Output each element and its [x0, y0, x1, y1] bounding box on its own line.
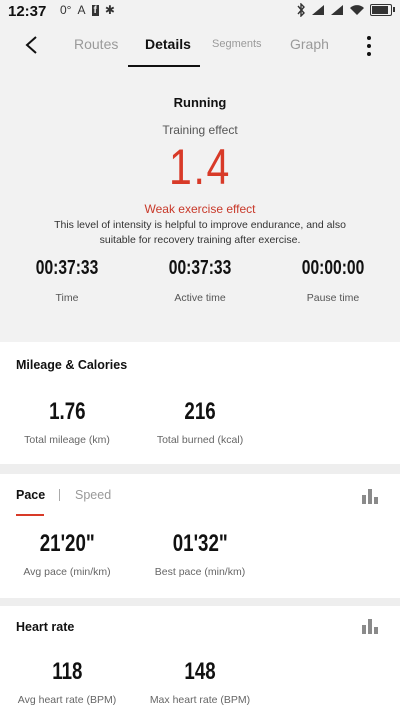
top-navigation: Routes Details Segments Graph: [0, 24, 400, 68]
stat-pause-time: 00:00:00 Pause time: [268, 257, 398, 304]
pace-card: Pace Speed 21'20" Avg pace (min/km) 01'3…: [0, 474, 400, 598]
status-right-icons: [296, 3, 395, 17]
pace-tab-underline: [16, 514, 44, 516]
status-small-text: 0°: [60, 3, 72, 17]
stat-label: Best pace (min/km): [154, 566, 246, 578]
tab-details[interactable]: Details: [145, 36, 191, 52]
stat-label: Avg heart rate (BPM): [17, 694, 117, 706]
more-dot-icon: [367, 36, 371, 40]
effect-description: This level of intensity is helpful to im…: [54, 219, 346, 246]
sync-icon: ✱: [104, 3, 115, 17]
best-pace: 01'32" Best pace (min/km): [130, 530, 270, 578]
total-burned: 216 Total burned (kcal): [130, 398, 270, 446]
more-options-button[interactable]: [362, 34, 376, 58]
stat-active-time: 00:37:33 Active time: [135, 257, 265, 304]
more-dot-icon: [367, 52, 371, 56]
signal-icon-2: [331, 5, 343, 15]
training-summary: Running Training effect 1.4 Weak exercis…: [0, 68, 400, 342]
tab-speed[interactable]: Speed: [75, 488, 111, 502]
stat-label: Total burned (kcal): [156, 434, 244, 446]
battery-icon: [370, 4, 395, 16]
bluetooth-icon: [297, 3, 305, 17]
tab-divider: [59, 489, 60, 501]
effect-title: Weak exercise effect: [144, 202, 256, 216]
stat-value: 216: [184, 398, 216, 425]
avg-heart-rate: 118 Avg heart rate (BPM): [0, 658, 137, 706]
status-bar: 12:37 0° A f ✱: [0, 0, 400, 24]
section-divider: [0, 598, 400, 606]
stat-value: 148: [184, 658, 216, 685]
back-arrow-icon: [25, 36, 37, 54]
stat-value: 1.76: [48, 398, 86, 425]
stat-value: 21'20": [39, 530, 95, 557]
section-divider: [0, 464, 400, 474]
signal-icon: [312, 5, 324, 15]
max-heart-rate: 148 Max heart rate (BPM): [130, 658, 270, 706]
active-tab-indicator: [128, 65, 200, 67]
total-mileage: 1.76 Total mileage (km): [0, 398, 137, 446]
stat-label: Pause time: [306, 292, 360, 304]
heart-rate-title: Heart rate: [16, 620, 75, 634]
stat-label: Total mileage (km): [24, 434, 110, 446]
wifi-icon: [350, 5, 364, 15]
mileage-card: Mileage & Calories 1.76 Total mileage (k…: [0, 342, 400, 464]
tab-segments[interactable]: Segments: [212, 38, 262, 50]
tab-pace[interactable]: Pace: [16, 488, 45, 502]
tab-graph[interactable]: Graph: [290, 36, 329, 52]
mileage-title: Mileage & Calories: [16, 358, 128, 372]
back-button[interactable]: [18, 32, 44, 58]
training-effect-value: 1.4: [169, 139, 231, 195]
stat-value: 00:00:00: [301, 257, 365, 279]
notification-icon-a: A: [77, 3, 86, 17]
stat-value: 00:37:33: [168, 257, 232, 279]
heart-rate-card: Heart rate 118 Avg heart rate (BPM) 148 …: [0, 606, 400, 711]
more-dot-icon: [367, 44, 371, 48]
stat-label: Time: [55, 292, 79, 304]
stat-value: 00:37:33: [35, 257, 99, 279]
stat-label: Max heart rate (BPM): [149, 694, 251, 706]
status-time: 12:37: [8, 3, 47, 20]
stat-label: Avg pace (min/km): [23, 566, 111, 578]
stat-value: 01'32": [172, 530, 228, 557]
training-effect-label: Training effect: [162, 123, 238, 137]
avg-pace: 21'20" Avg pace (min/km): [0, 530, 137, 578]
pace-chart-icon[interactable]: [362, 488, 380, 504]
stat-time: 00:37:33 Time: [2, 257, 132, 304]
facebook-icon: f: [91, 4, 99, 16]
stat-value: 118: [51, 658, 83, 685]
tab-routes[interactable]: Routes: [74, 36, 118, 52]
status-left-icons: 0° A f ✱: [60, 3, 115, 17]
stat-label: Active time: [174, 292, 226, 304]
activity-type: Running: [173, 95, 227, 110]
heart-rate-chart-icon[interactable]: [362, 618, 380, 634]
